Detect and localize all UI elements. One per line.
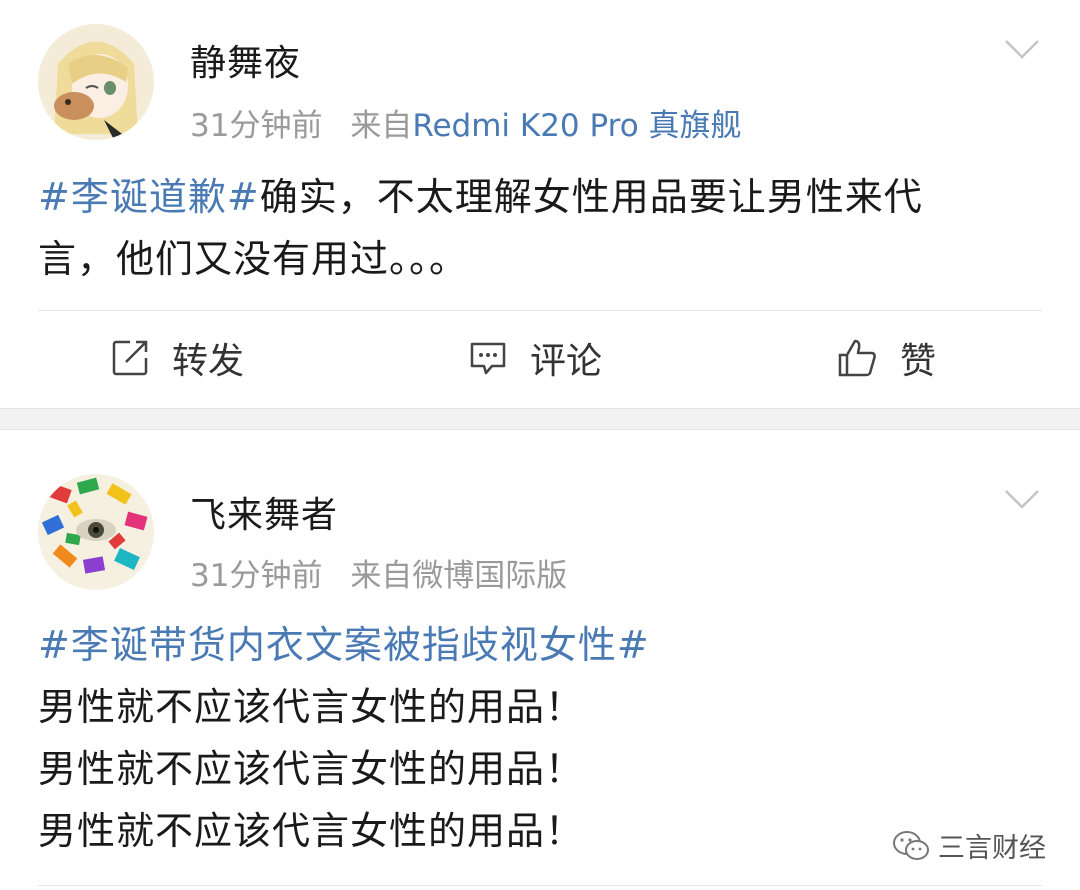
like-label: 赞 — [900, 341, 937, 382]
divider — [38, 885, 1042, 886]
post-meta: 31分钟前 来自Redmi K20 Pro 真旗舰 — [190, 100, 742, 145]
weibo-post-1: 静舞夜 31分钟前 来自Redmi K20 Pro 真旗舰 #李诞道歉#确实，不… — [0, 0, 1080, 408]
post-meta: 31分钟前 来自微博国际版 — [190, 550, 567, 595]
chevron-down-icon[interactable] — [1004, 488, 1040, 510]
post-text-line: 男性就不应该代言女性的用品！ — [38, 747, 585, 791]
post-time: 31分钟前 — [190, 558, 323, 594]
post-separator — [0, 408, 1080, 430]
repost-icon — [112, 340, 148, 376]
comment-icon — [470, 342, 506, 375]
comment-label: 评论 — [530, 341, 603, 382]
watermark: 三言财经 — [892, 826, 1046, 865]
username[interactable]: 飞来舞者 — [190, 486, 338, 538]
hashtag-link[interactable]: #李诞道歉# — [38, 175, 260, 219]
post-text-line2: 言，他们又没有用过。。。 — [38, 237, 469, 281]
repost-label: 转发 — [172, 341, 245, 382]
post-time: 31分钟前 — [190, 108, 323, 144]
hashtag-link[interactable]: #李诞带货内衣文案被指歧视女性# — [38, 623, 650, 667]
divider — [38, 310, 1042, 311]
post-content: #李诞道歉#确实，不太理解女性用品要让男性来代 言，他们又没有用过。。。 — [38, 166, 1038, 290]
like-icon — [838, 339, 876, 377]
source-label[interactable]: 微博国际版 — [412, 558, 567, 594]
post-content: #李诞带货内衣文案被指歧视女性# 男性就不应该代言女性的用品！ 男性就不应该代言… — [38, 614, 1038, 862]
username[interactable]: 静舞夜 — [190, 34, 301, 86]
post-text-line: 男性就不应该代言女性的用品！ — [38, 685, 585, 729]
source-prefix: 来自 — [350, 558, 413, 594]
watermark-text: 三言财经 — [938, 833, 1046, 864]
avatar[interactable] — [38, 24, 154, 140]
wechat-icon — [893, 830, 929, 860]
post-text-line: 男性就不应该代言女性的用品！ — [38, 809, 585, 853]
like-button[interactable]: 赞 — [836, 330, 936, 386]
avatar[interactable] — [38, 474, 154, 590]
comment-button[interactable]: 评论 — [468, 330, 602, 386]
source-prefix: 来自 — [350, 108, 413, 144]
weibo-post-2: 飞来舞者 31分钟前 来自微博国际版 #李诞带货内衣文案被指歧视女性# 男性就不… — [0, 430, 1080, 890]
repost-button[interactable]: 转发 — [110, 330, 244, 386]
chevron-down-icon[interactable] — [1004, 38, 1040, 60]
source-link[interactable]: Redmi K20 Pro 真旗舰 — [412, 108, 741, 144]
post-text: 确实，不太理解女性用品要让男性来代 — [259, 175, 923, 219]
